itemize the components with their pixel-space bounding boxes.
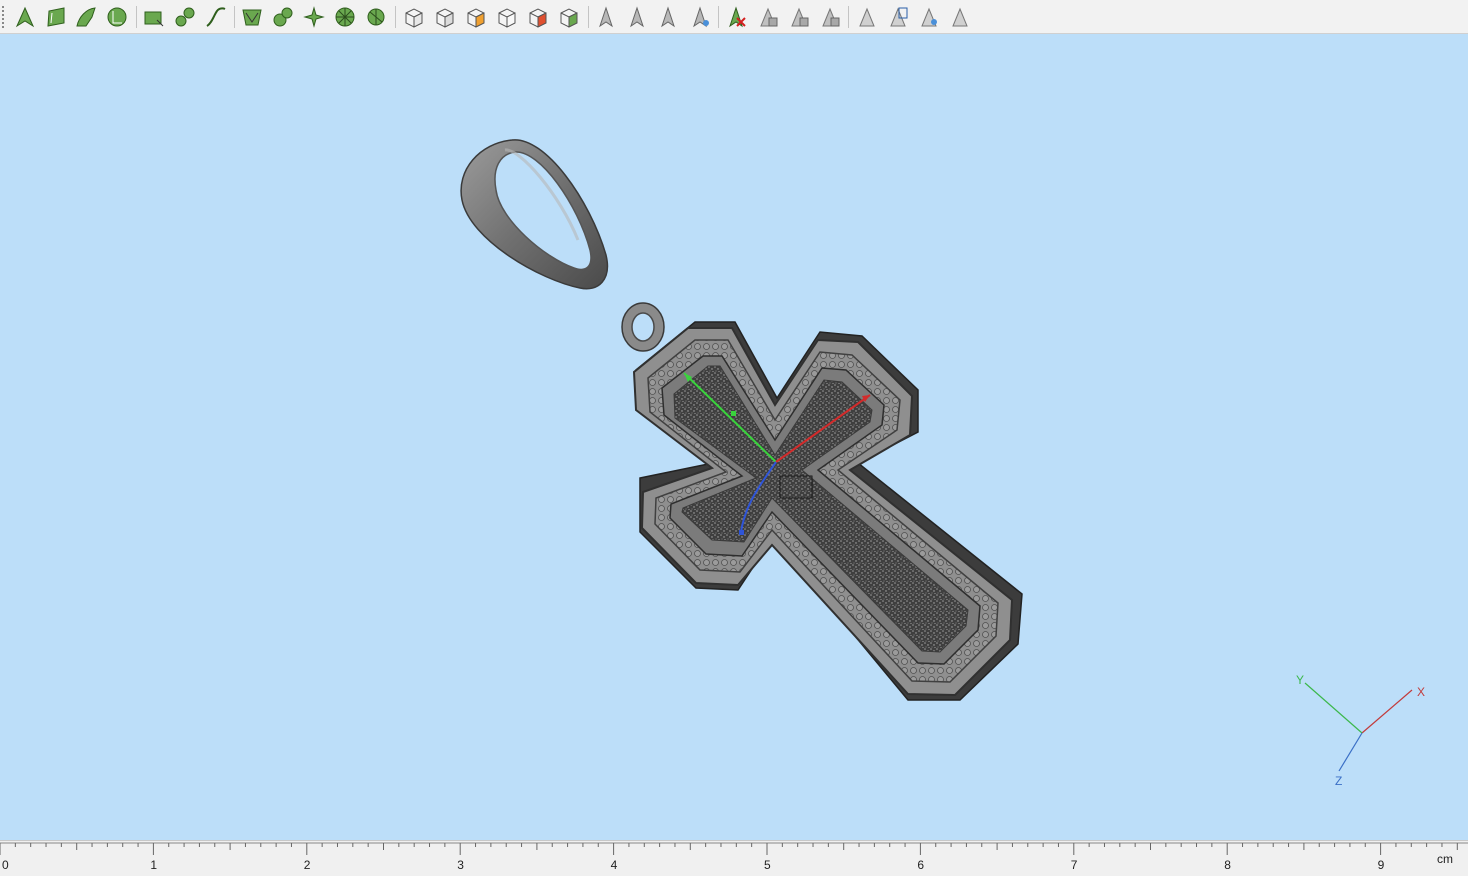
toolbar-separator xyxy=(588,6,589,28)
select-edge-icon[interactable] xyxy=(74,5,98,29)
rectangle-select-icon[interactable] xyxy=(142,5,166,29)
ruler-label: 0 xyxy=(2,858,9,872)
pattern-select-icon[interactable] xyxy=(302,5,326,29)
view-cube-top-icon[interactable] xyxy=(464,5,488,29)
transform-tool-icon[interactable] xyxy=(818,5,842,29)
view-cube-red-icon[interactable] xyxy=(526,5,550,29)
view-cube-wire-icon[interactable] xyxy=(495,5,519,29)
delete-red-x-icon[interactable] xyxy=(724,5,748,29)
ruler-label: 4 xyxy=(610,858,618,872)
view-cube-side-icon[interactable] xyxy=(433,5,457,29)
ruler-label: 5 xyxy=(764,858,771,872)
paint-select-icon[interactable] xyxy=(271,5,295,29)
view-cube-icon[interactable] xyxy=(402,5,426,29)
toolbar-separator xyxy=(136,6,137,28)
axis-z-label: Z xyxy=(1335,774,1342,788)
layer-tool-icon[interactable] xyxy=(886,5,910,29)
view-tool-icon[interactable] xyxy=(917,5,941,29)
select-arrow-icon[interactable] xyxy=(13,5,37,29)
select-loop-icon[interactable] xyxy=(105,5,129,29)
3d-viewport[interactable]: X Y Z xyxy=(0,34,1468,840)
scene-svg: X Y Z xyxy=(460,139,1425,788)
toolbar-separator xyxy=(395,6,396,28)
axis-x-label: X xyxy=(1417,685,1425,699)
view-cube-green-icon[interactable] xyxy=(557,5,581,29)
copy-tool-icon[interactable] xyxy=(787,5,811,29)
ruler-label: 1 xyxy=(150,858,158,872)
radial-select-icon[interactable] xyxy=(333,5,357,29)
hide-tool-icon[interactable] xyxy=(855,5,879,29)
cross-pendant[interactable] xyxy=(632,321,1023,701)
pointer-move-icon[interactable] xyxy=(656,5,680,29)
axis-y-label: Y xyxy=(1296,673,1304,687)
mesh-select-icon[interactable] xyxy=(240,5,264,29)
toolbar-separator xyxy=(848,6,849,28)
main-toolbar xyxy=(0,0,1468,34)
toolbar-separator xyxy=(718,6,719,28)
bail-ring[interactable] xyxy=(460,139,609,290)
toolbar-grip[interactable] xyxy=(2,6,4,28)
select-face-icon[interactable] xyxy=(44,5,68,29)
ruler-label: 6 xyxy=(917,858,925,872)
pointer-edit-icon[interactable] xyxy=(625,5,649,29)
ruler-label: 9 xyxy=(1377,858,1385,872)
ruler-label: 3 xyxy=(457,858,464,872)
ruler-ticks xyxy=(0,842,1468,855)
horizontal-ruler: 0 1 2 3 4 5 6 7 8 9 cm xyxy=(0,840,1468,876)
jump-ring[interactable] xyxy=(621,302,665,352)
ruler-label: 7 xyxy=(1070,858,1078,872)
ruler-label: 8 xyxy=(1224,858,1231,872)
shade-tool-icon[interactable] xyxy=(756,5,780,29)
pointer-tool-icon[interactable] xyxy=(594,5,618,29)
pointer-snap-icon[interactable] xyxy=(688,5,712,29)
axis-indicator: X Y Z xyxy=(1296,673,1425,788)
toolbar-separator xyxy=(234,6,235,28)
lasso-select-icon[interactable] xyxy=(173,5,197,29)
partial-radial-select-icon[interactable] xyxy=(364,5,388,29)
ruler-unit: cm xyxy=(1437,852,1453,866)
measure-tool-icon[interactable] xyxy=(948,5,972,29)
curve-select-icon[interactable] xyxy=(204,5,228,29)
ruler-label: 2 xyxy=(303,858,311,872)
